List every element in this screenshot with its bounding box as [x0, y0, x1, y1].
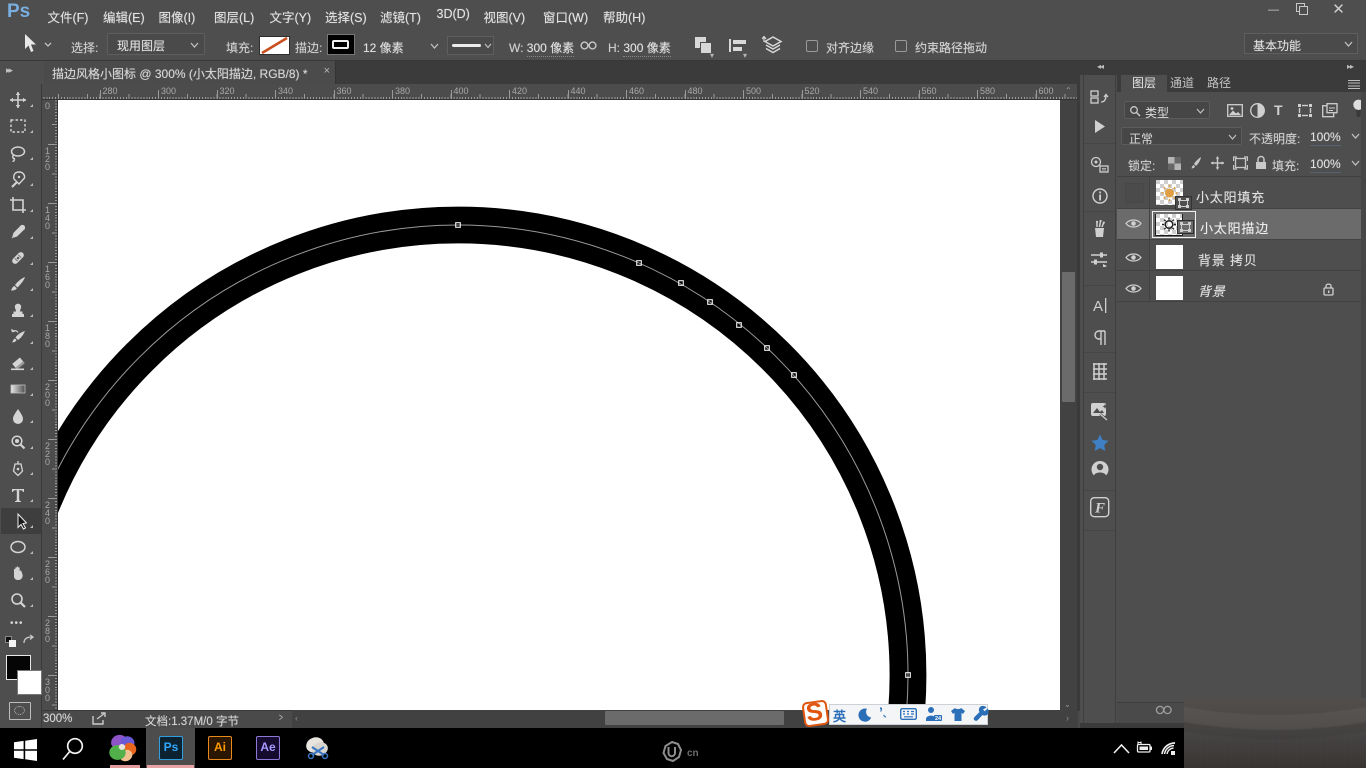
svg-text:F: F — [1094, 501, 1105, 517]
svg-text:A: A — [1093, 298, 1103, 314]
svg-text:cn: cn — [687, 748, 699, 759]
svg-text:24: 24 — [935, 716, 942, 722]
